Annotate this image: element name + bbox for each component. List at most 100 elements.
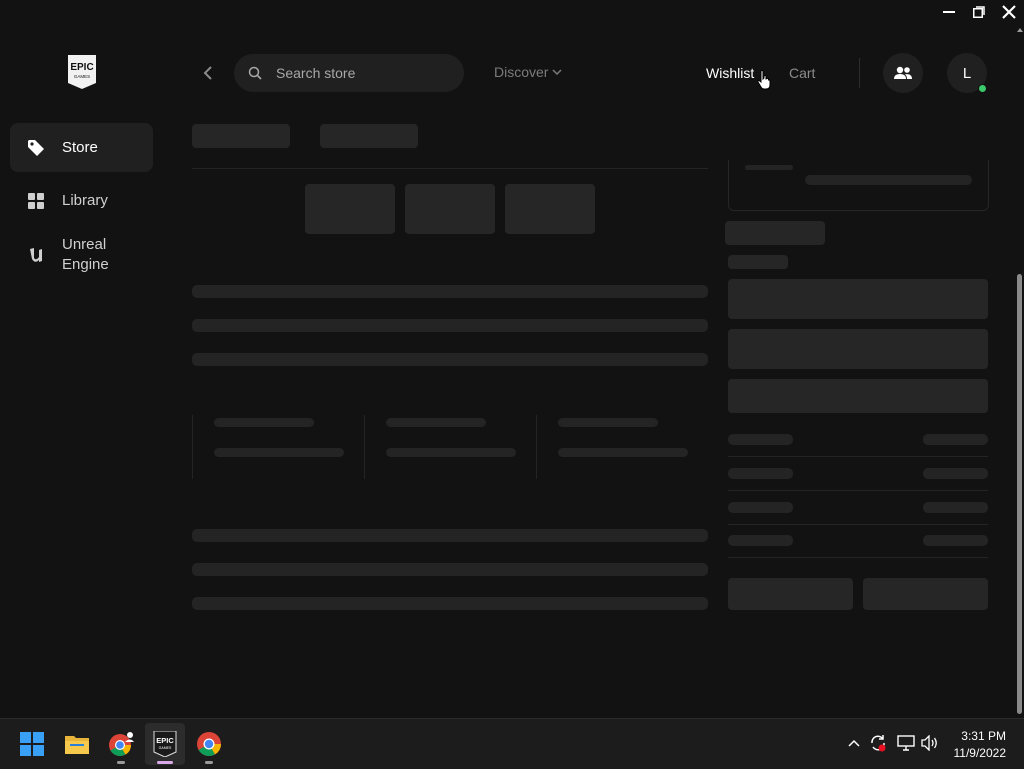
divider bbox=[728, 524, 988, 525]
chrome-icon bbox=[197, 732, 221, 757]
taskbar: EPIC GAMES 3:31 PM 11/9/2022 bbox=[0, 718, 1024, 769]
skeleton-button bbox=[728, 329, 988, 369]
sidebar-item-label: Unreal Engine bbox=[62, 236, 109, 273]
skeleton-text-line bbox=[923, 502, 988, 513]
online-status-dot bbox=[978, 84, 987, 93]
divider bbox=[728, 557, 988, 558]
sidebar-item-library[interactable]: Library bbox=[10, 178, 153, 224]
divider bbox=[364, 415, 365, 479]
discover-label: Discover bbox=[494, 64, 549, 80]
close-button[interactable] bbox=[994, 0, 1024, 24]
skeleton-text-line bbox=[386, 418, 486, 427]
clock-date: 11/9/2022 bbox=[953, 746, 1007, 760]
skeleton-thumbnail bbox=[505, 184, 595, 234]
chevron-down-icon bbox=[552, 69, 562, 76]
svg-text:GAMES: GAMES bbox=[159, 746, 172, 750]
search-bar[interactable] bbox=[234, 54, 464, 92]
divider bbox=[536, 415, 537, 479]
chevron-left-icon bbox=[203, 66, 212, 80]
divider bbox=[728, 456, 988, 457]
taskbar-clock[interactable]: 3:31 PM 11/9/2022 bbox=[954, 728, 1007, 762]
skeleton-text-line bbox=[192, 597, 708, 610]
sidebar-item-unreal-engine[interactable]: Unreal Engine bbox=[10, 232, 153, 278]
tag-icon bbox=[26, 138, 46, 158]
skeleton-tab bbox=[192, 124, 290, 148]
search-input[interactable] bbox=[274, 64, 448, 82]
friends-icon bbox=[894, 66, 912, 79]
svg-text:EPIC: EPIC bbox=[70, 62, 93, 73]
divider bbox=[728, 490, 988, 491]
volume-tray-icon[interactable] bbox=[920, 733, 940, 753]
scrollbar-thumb[interactable] bbox=[1017, 274, 1022, 714]
skeleton-text-line bbox=[745, 165, 793, 170]
skeleton-text-line bbox=[728, 468, 793, 479]
restore-button[interactable] bbox=[964, 0, 994, 24]
running-indicator bbox=[205, 761, 213, 764]
divider bbox=[192, 168, 708, 169]
divider bbox=[192, 415, 193, 479]
epic-games-icon: EPIC GAMES bbox=[153, 731, 177, 757]
skeleton-text-line bbox=[728, 535, 793, 546]
network-icon bbox=[897, 735, 915, 751]
file-explorer-button[interactable] bbox=[63, 730, 91, 758]
skeleton-button bbox=[728, 379, 988, 413]
skeleton-button bbox=[728, 279, 988, 319]
chrome-button[interactable] bbox=[195, 730, 223, 758]
friends-button[interactable] bbox=[883, 53, 923, 93]
skeleton-text-line bbox=[386, 448, 516, 457]
skeleton-text-line bbox=[192, 319, 708, 332]
running-indicator bbox=[117, 761, 125, 764]
windows-start-button[interactable] bbox=[18, 730, 46, 758]
skeleton-text-line bbox=[192, 529, 708, 542]
active-indicator bbox=[157, 761, 173, 764]
skeleton-button bbox=[728, 578, 853, 610]
skeleton-text-line bbox=[192, 563, 708, 576]
close-icon bbox=[1002, 5, 1016, 19]
windows-start-icon bbox=[20, 732, 44, 756]
grid-icon bbox=[26, 191, 46, 211]
speaker-icon bbox=[921, 735, 937, 751]
skeleton-heading bbox=[725, 221, 825, 245]
cart-link[interactable]: Cart bbox=[789, 65, 815, 81]
wishlist-link[interactable]: Wishlist bbox=[706, 65, 754, 81]
folder-icon bbox=[65, 736, 89, 754]
sync-tray-icon[interactable] bbox=[868, 733, 888, 753]
chrome-profile-button[interactable] bbox=[107, 730, 135, 758]
skeleton-thumbnail bbox=[405, 184, 495, 234]
epic-games-logo[interactable]: EPIC GAMES bbox=[66, 55, 98, 89]
skeleton-text-line bbox=[923, 468, 988, 479]
epic-games-launcher-button[interactable]: EPIC GAMES bbox=[151, 730, 179, 758]
skeleton-text-line bbox=[923, 434, 988, 445]
sidebar-item-label: Library bbox=[62, 192, 108, 209]
skeleton-text-line bbox=[728, 502, 793, 513]
chevron-up-icon bbox=[848, 739, 860, 747]
sidebar-item-store[interactable]: Store bbox=[10, 123, 153, 172]
skeleton-text-line bbox=[923, 535, 988, 546]
svg-text:EPIC: EPIC bbox=[156, 736, 174, 745]
chrome-icon bbox=[109, 732, 134, 756]
restore-icon bbox=[973, 6, 985, 18]
svg-text:GAMES: GAMES bbox=[74, 74, 90, 79]
skeleton-text-line bbox=[558, 448, 688, 457]
clock-time: 3:31 PM bbox=[961, 729, 1006, 743]
scrollbar[interactable] bbox=[1016, 26, 1024, 716]
back-button[interactable] bbox=[196, 60, 220, 86]
minimize-button[interactable] bbox=[934, 0, 964, 24]
network-tray-icon[interactable] bbox=[896, 733, 916, 753]
divider bbox=[859, 58, 860, 88]
skeleton-text-line bbox=[192, 285, 708, 298]
skeleton-text-line bbox=[728, 255, 788, 269]
skeleton-text-line bbox=[214, 448, 344, 457]
skeleton-text-line bbox=[805, 175, 972, 185]
window-controls bbox=[934, 0, 1024, 24]
sidebar-item-label: Store bbox=[62, 138, 98, 156]
skeleton-button bbox=[863, 578, 988, 610]
skeleton-text-line bbox=[558, 418, 658, 427]
discover-dropdown[interactable]: Discover bbox=[494, 64, 562, 80]
show-hidden-icons-button[interactable] bbox=[844, 733, 864, 753]
skeleton-text-line bbox=[214, 418, 314, 427]
skeleton-tab bbox=[320, 124, 418, 148]
mouse-cursor-icon bbox=[757, 70, 771, 90]
skeleton-thumbnail bbox=[305, 184, 395, 234]
minimize-icon bbox=[943, 11, 955, 13]
